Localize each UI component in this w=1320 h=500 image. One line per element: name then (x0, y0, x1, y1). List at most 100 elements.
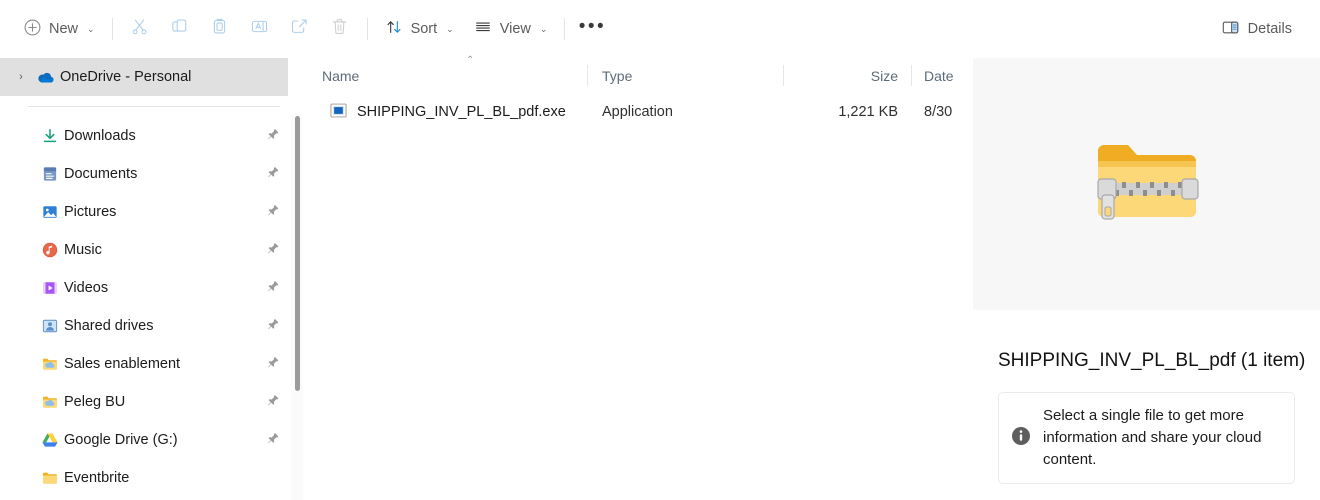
sidebar-item-onedrive-personal[interactable]: › OneDrive - Personal (0, 58, 288, 96)
column-header-type[interactable]: Type (588, 58, 784, 93)
file-explorer-window: New ⌄ Sort ⌄ View ⌄ ••• Details › OneDri… (0, 0, 1320, 500)
copy-icon (170, 17, 189, 41)
plus-circle-icon (24, 19, 41, 40)
sidebar-item-google-drive[interactable]: Google Drive (G:) (0, 421, 288, 459)
new-button[interactable]: New ⌄ (14, 12, 105, 46)
command-bar-right-group: Details (1211, 12, 1320, 46)
column-header-size[interactable]: Size (784, 58, 912, 93)
shared-drives-icon (36, 317, 64, 335)
sort-arrows-icon (385, 18, 403, 40)
pin-icon[interactable] (267, 394, 280, 411)
videos-icon (36, 279, 64, 297)
sort-button[interactable]: Sort ⌄ (375, 12, 464, 46)
sidebar-item-peleg-bu[interactable]: Peleg BU (0, 383, 288, 421)
preview-area (973, 58, 1320, 310)
sidebar-item-eventbrite[interactable]: Eventbrite (0, 459, 288, 497)
sidebar-item-pictures[interactable]: Pictures (0, 193, 288, 231)
sidebar-item-label: Sales enablement (64, 356, 181, 372)
google-drive-icon (36, 431, 64, 449)
command-bar-left-group: New ⌄ Sort ⌄ View ⌄ ••• (0, 0, 612, 58)
command-bar: New ⌄ Sort ⌄ View ⌄ ••• Details (0, 0, 1320, 58)
application-exe-icon (330, 102, 347, 123)
pin-icon[interactable] (267, 318, 280, 335)
pin-icon[interactable] (267, 242, 280, 259)
ellipsis-icon: ••• (578, 15, 607, 37)
rename-icon (250, 17, 269, 41)
column-header-label: Size (870, 67, 898, 84)
sidebar-scrollbar-thumb[interactable] (295, 116, 300, 391)
view-button-label: View (499, 21, 531, 37)
new-button-label: New (49, 21, 79, 37)
navigation-pane: › OneDrive - Personal Downloads Document… (0, 58, 308, 500)
sidebar-item-label: Documents (64, 166, 138, 182)
toolbar-divider-2 (366, 18, 368, 40)
details-title: SHIPPING_INV_PL_BL_pdf (1 item) (998, 350, 1306, 371)
chevron-down-icon: ⌄ (539, 23, 548, 34)
cloud-folder-icon (36, 393, 64, 411)
pin-icon[interactable] (267, 280, 280, 297)
chevron-right-icon[interactable]: › (10, 71, 32, 83)
sidebar-item-label: Music (64, 242, 102, 258)
clipboard-icon (210, 17, 229, 41)
view-lines-icon (474, 18, 492, 40)
sidebar-item-label: Videos (64, 280, 109, 296)
pictures-icon (36, 203, 64, 221)
sidebar-item-label: OneDrive - Personal (60, 69, 192, 85)
sidebar-item-label: Eventbrite (64, 470, 130, 486)
rename-button[interactable] (240, 12, 280, 46)
file-name-cell: SHIPPING_INV_PL_BL_pdf.exe (308, 102, 588, 123)
column-header-date[interactable]: Date (912, 58, 973, 93)
copy-button[interactable] (160, 12, 200, 46)
paste-button[interactable] (200, 12, 240, 46)
chevron-down-icon: ⌄ (446, 23, 454, 34)
sidebar-item-label: Downloads (64, 128, 136, 144)
file-type-cell: Application (602, 104, 673, 120)
column-header-label: Date (924, 67, 954, 84)
sort-ascending-icon: ⌃ (466, 55, 475, 66)
pin-icon[interactable] (267, 204, 280, 221)
pin-icon[interactable] (267, 166, 280, 183)
music-note-icon (36, 241, 64, 259)
file-size-cell: 1,221 KB (838, 104, 898, 120)
sidebar-item-sales-enablement[interactable]: Sales enablement (0, 345, 288, 383)
column-header-label: Name (322, 67, 360, 84)
pin-icon[interactable] (267, 356, 280, 373)
chevron-down-icon: ⌄ (87, 23, 95, 34)
delete-button[interactable] (320, 12, 360, 46)
toolbar-divider-3 (564, 18, 566, 40)
sidebar-item-shared-drives[interactable]: Shared drives (0, 307, 288, 345)
view-button[interactable]: View ⌄ (464, 12, 558, 46)
details-pane-label: Details (1247, 21, 1292, 37)
sidebar-item-label: Shared drives (64, 318, 154, 334)
sidebar-item-documents[interactable]: Documents (0, 155, 288, 193)
pin-icon[interactable] (267, 432, 280, 449)
details-info-text: Select a single file to get more informa… (1043, 407, 1262, 468)
sidebar-item-label: Peleg BU (64, 394, 126, 410)
column-header-label: Type (602, 67, 633, 84)
column-header-row: ⌃ Name Type Size Date (308, 55, 973, 93)
download-arrow-icon (36, 127, 64, 145)
file-name-label: SHIPPING_INV_PL_BL_pdf.exe (357, 104, 566, 120)
toolbar-divider (111, 18, 113, 40)
column-header-name[interactable]: ⌃ Name (308, 55, 588, 93)
sidebar-item-videos[interactable]: Videos (0, 269, 288, 307)
details-pane: SHIPPING_INV_PL_BL_pdf (1 item) Select a… (973, 58, 1320, 500)
file-date-cell: 8/30 (924, 104, 953, 120)
pin-icon[interactable] (267, 128, 280, 145)
details-pane-button[interactable]: Details (1211, 12, 1302, 46)
zipped-folder-icon (1094, 135, 1200, 234)
documents-icon (36, 165, 64, 183)
sidebar-item-label: Google Drive (G:) (64, 432, 178, 448)
info-circle-icon (1011, 426, 1031, 451)
sidebar-item-downloads[interactable]: Downloads (0, 117, 288, 155)
sidebar-item-label: Pictures (64, 204, 117, 220)
more-options-button[interactable]: ••• (572, 12, 612, 46)
sidebar-divider (28, 106, 280, 107)
scissors-icon (130, 17, 149, 41)
share-button[interactable] (280, 12, 320, 46)
cut-button[interactable] (120, 12, 160, 46)
trash-icon (330, 17, 349, 41)
folder-icon (36, 469, 64, 487)
table-row[interactable]: SHIPPING_INV_PL_BL_pdf.exe Application 1… (308, 95, 973, 129)
sidebar-item-music[interactable]: Music (0, 231, 288, 269)
